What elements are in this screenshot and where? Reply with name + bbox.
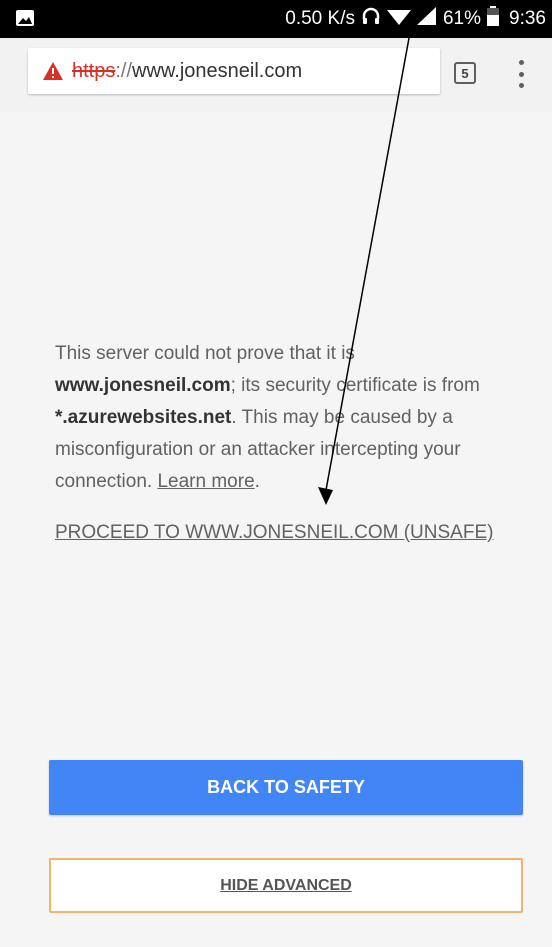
browser-page: https://www.jonesneil.com 5 This server … bbox=[0, 38, 552, 947]
network-speed: 0.50 K/s bbox=[285, 8, 355, 29]
url-text[interactable]: https://www.jonesneil.com bbox=[72, 60, 302, 83]
headphones-icon bbox=[361, 6, 381, 32]
signal-icon bbox=[416, 6, 437, 32]
message-part1: This server could not prove that it is bbox=[55, 343, 355, 364]
learn-more-link[interactable]: Learn more bbox=[157, 471, 254, 492]
warning-triangle-icon[interactable] bbox=[42, 61, 64, 81]
hide-advanced-label: HIDE ADVANCED bbox=[220, 876, 352, 894]
wifi-icon bbox=[386, 6, 411, 32]
image-notification-icon bbox=[16, 10, 34, 32]
back-to-safety-button[interactable]: BACK TO SAFETY bbox=[49, 760, 523, 815]
message-part2: ; its security certificate is from bbox=[230, 375, 480, 396]
battery-icon bbox=[487, 6, 500, 32]
status-bar: 0.50 K/s 61% 9:36 bbox=[0, 0, 552, 38]
proceed-unsafe-link[interactable]: PROCEED TO WWW.JONESNEIL.COM (UNSAFE) bbox=[55, 522, 493, 544]
menu-dot bbox=[518, 60, 524, 65]
url-host: www.jonesneil.com bbox=[132, 59, 303, 82]
status-right: 0.50 K/s 61% 9:36 bbox=[285, 0, 546, 38]
menu-dot bbox=[518, 83, 524, 88]
url-separator: :// bbox=[115, 59, 133, 82]
browser-toolbar: https://www.jonesneil.com 5 bbox=[0, 38, 552, 112]
battery-percent: 61% bbox=[442, 8, 482, 29]
url-bar[interactable]: https://www.jonesneil.com bbox=[28, 48, 440, 94]
hide-advanced-button[interactable]: HIDE ADVANCED bbox=[49, 858, 523, 913]
tab-switcher-button[interactable]: 5 bbox=[454, 62, 476, 84]
overflow-menu-icon[interactable] bbox=[512, 60, 530, 88]
url-scheme: https bbox=[72, 59, 116, 82]
message-part4: . bbox=[254, 471, 260, 492]
clock: 9:36 bbox=[509, 8, 546, 29]
error-details: This server could not prove that it is w… bbox=[55, 338, 535, 498]
menu-dot bbox=[518, 71, 524, 77]
message-certificate: *.azurewebsites.net bbox=[55, 407, 232, 428]
message-domain: www.jonesneil.com bbox=[55, 375, 231, 396]
